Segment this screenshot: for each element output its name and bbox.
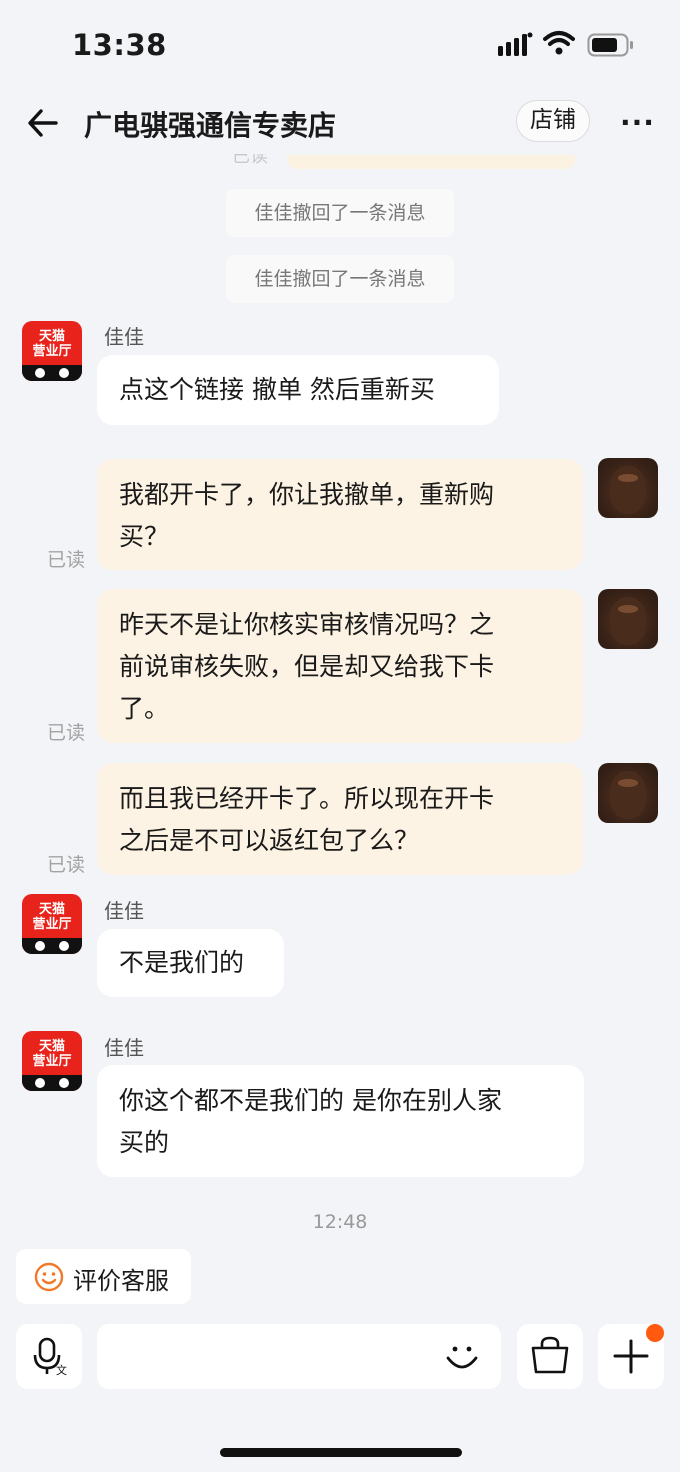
cat-eye-icon bbox=[59, 941, 69, 951]
shopping-bag-button[interactable] bbox=[517, 1324, 583, 1389]
system-message-recalled: 佳佳撤回了一条消息 bbox=[226, 189, 454, 237]
shop-avatar[interactable]: 天猫 营业厅 bbox=[22, 1031, 82, 1091]
message-bubble-sent[interactable]: 而且我已经开卡了。所以现在开卡 之后是不可以返红包了么？ bbox=[97, 763, 583, 875]
message-bubble-received[interactable]: 不是我们的 bbox=[97, 929, 284, 997]
message-line: 买的 bbox=[119, 1128, 170, 1157]
message-line: 而且我已经开卡了。所以现在开卡 bbox=[119, 784, 495, 813]
cellular-signal-icon bbox=[498, 32, 533, 56]
notification-badge bbox=[646, 1324, 664, 1342]
smile-icon bbox=[34, 1262, 64, 1292]
message-bubble-received[interactable]: 点这个链接 撤单 然后重新买 bbox=[97, 355, 499, 425]
message-bubble-received[interactable]: 你这个都不是我们的 是你在别人家 买的 bbox=[97, 1065, 584, 1177]
shop-button[interactable]: 店铺 bbox=[516, 100, 590, 142]
svg-text:文: 文 bbox=[56, 1363, 67, 1377]
message-text: 不是我们的 bbox=[119, 948, 245, 977]
message-timestamp: 12:48 bbox=[312, 1211, 368, 1233]
page-title: 广电骐强通信专卖店 bbox=[84, 109, 337, 142]
message-bubble-sent[interactable]: 我都开卡了，你让我撤单，重新购 买？ bbox=[97, 459, 583, 570]
cat-eye-icon bbox=[35, 1078, 45, 1088]
user-avatar[interactable] bbox=[598, 458, 658, 518]
shop-avatar[interactable]: 天猫 营业厅 bbox=[22, 894, 82, 954]
shop-avatar[interactable]: 天猫 营业厅 bbox=[22, 321, 82, 381]
message-line: 你这个都不是我们的 是你在别人家 bbox=[119, 1086, 502, 1115]
cut-off-message-bubble bbox=[287, 155, 575, 169]
cat-eye-icon bbox=[35, 941, 45, 951]
status-bar: 13:38 bbox=[0, 0, 680, 90]
sender-name: 佳佳 bbox=[104, 899, 144, 923]
sender-name: 佳佳 bbox=[104, 325, 144, 349]
message-text: 点这个链接 撤单 然后重新买 bbox=[119, 375, 435, 404]
read-receipt: 已读 bbox=[47, 722, 86, 744]
message-line: 昨天不是让你核实审核情况吗？之 bbox=[119, 610, 495, 639]
message-line: 之后是不可以返红包了么？ bbox=[119, 826, 420, 855]
microphone-icon: 文 bbox=[33, 1337, 67, 1377]
status-time: 13:38 bbox=[72, 28, 167, 62]
tmall-cat-icon bbox=[22, 365, 82, 381]
shopping-bag-icon bbox=[531, 1336, 569, 1374]
battery-icon bbox=[587, 33, 633, 57]
more-options-icon[interactable]: ··· bbox=[620, 106, 655, 139]
rate-service-button[interactable]: 评价客服 bbox=[16, 1249, 191, 1304]
user-avatar[interactable] bbox=[598, 589, 658, 649]
voice-input-button[interactable]: 文 bbox=[16, 1324, 82, 1389]
back-arrow-icon[interactable] bbox=[26, 106, 60, 140]
user-avatar[interactable] bbox=[598, 763, 658, 823]
cut-off-read-receipt: 已读 bbox=[232, 154, 268, 167]
message-bubble-sent[interactable]: 昨天不是让你核实审核情况吗？之 前说审核失败，但是却又给我下卡 了。 bbox=[97, 589, 583, 743]
message-input[interactable] bbox=[97, 1324, 501, 1389]
emoji-icon[interactable] bbox=[443, 1338, 481, 1376]
wifi-icon bbox=[543, 31, 575, 55]
tmall-cat-icon bbox=[22, 938, 82, 954]
nav-bar: 广电骐强通信专卖店 店铺 ··· bbox=[0, 92, 680, 154]
cat-eye-icon bbox=[59, 1078, 69, 1088]
sender-name: 佳佳 bbox=[104, 1036, 144, 1060]
system-message-recalled: 佳佳撤回了一条消息 bbox=[226, 255, 454, 303]
message-line: 我都开卡了，你让我撤单，重新购 bbox=[119, 480, 495, 509]
rate-service-label: 评价客服 bbox=[73, 1267, 169, 1295]
cat-eye-icon bbox=[35, 368, 45, 378]
tmall-cat-icon bbox=[22, 1075, 82, 1091]
home-indicator bbox=[220, 1448, 462, 1457]
message-line: 前说审核失败，但是却又给我下卡 bbox=[119, 652, 495, 681]
read-receipt: 已读 bbox=[47, 549, 86, 571]
cat-eye-icon bbox=[59, 368, 69, 378]
message-line: 买？ bbox=[119, 522, 170, 551]
read-receipt: 已读 bbox=[47, 854, 86, 876]
message-line: 了。 bbox=[119, 694, 170, 723]
